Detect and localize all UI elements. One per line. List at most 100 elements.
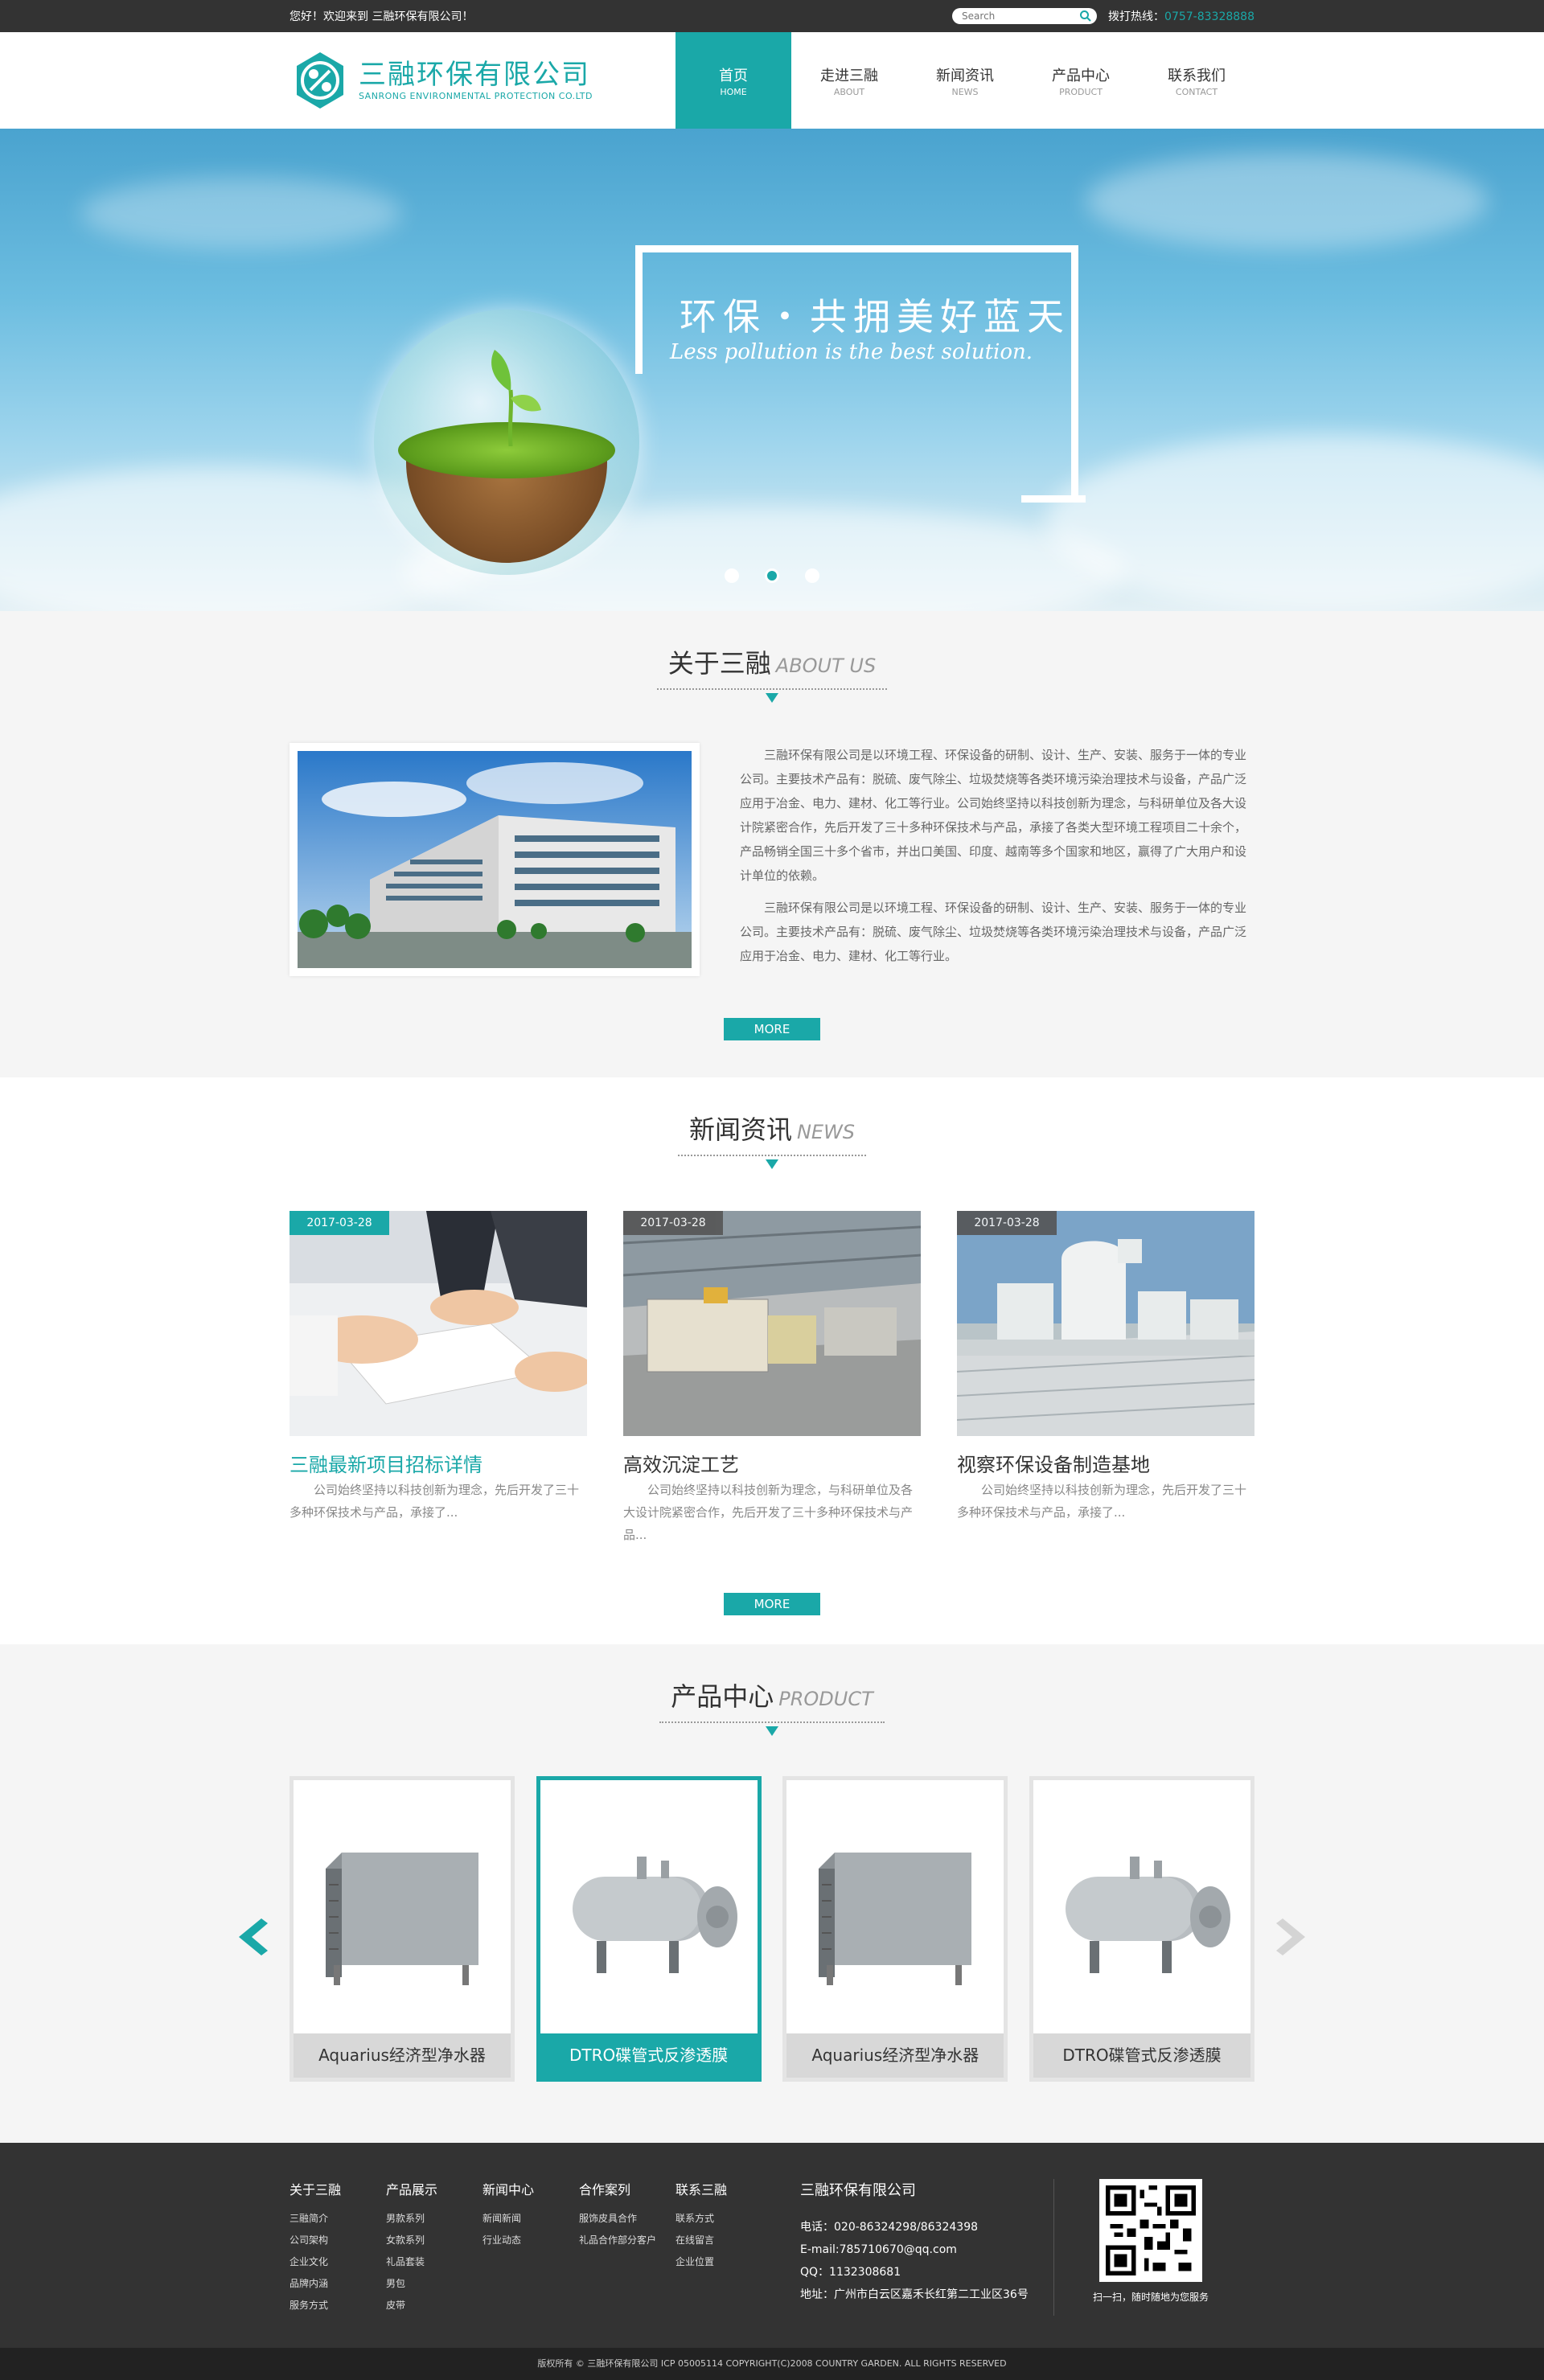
footer-col-news: 新闻中心 新闻新闻 行业动态: [482, 2179, 579, 2316]
about-section: 关于三融 ABOUT US 三融环保有限公司是以环境工程、环保设备的研制、设计、…: [0, 611, 1544, 1077]
nav-label-en: NEWS: [951, 86, 979, 97]
product-image: [294, 1780, 511, 2037]
search-box[interactable]: [952, 8, 1098, 24]
footer-link[interactable]: 男包: [386, 2273, 482, 2295]
news-title[interactable]: 视察环保设备制造基地: [957, 1449, 1254, 1477]
section-title: 关于三融 ABOUT US: [656, 643, 888, 690]
prev-arrow-icon[interactable]: [237, 1917, 269, 1957]
footer-link[interactable]: 公司架构: [290, 2230, 386, 2251]
copyright-bar: 版权所有 © 三融环保有限公司 ICP 05005114 COPYRIGHT(C…: [0, 2348, 1544, 2380]
footer-link[interactable]: 行业动态: [482, 2230, 579, 2251]
search-icon[interactable]: [1079, 10, 1092, 23]
footer-link[interactable]: 男款系列: [386, 2208, 482, 2230]
title-arrow-icon: [766, 1726, 778, 1736]
footer-link[interactable]: 新闻新闻: [482, 2208, 579, 2230]
footer-col-cases: 合作案列 服饰皮具合作 礼品合作部分客户: [579, 2179, 676, 2316]
nav-contact[interactable]: 联系我们 CONTACT: [1139, 32, 1254, 129]
footer-link[interactable]: 服饰皮具合作: [579, 2208, 676, 2230]
news-image: 2017-03-28: [623, 1211, 921, 1436]
footer-link[interactable]: 三融简介: [290, 2208, 386, 2230]
news-section: 新闻资讯 NEWS 2017-03-28 三融最新项目招标详情 公司始终坚持以科…: [0, 1077, 1544, 1644]
product-card[interactable]: Aquarius经济型净水器: [290, 1776, 515, 2082]
product-image: [540, 1780, 758, 2037]
title-arrow-icon: [766, 1159, 778, 1169]
news-title[interactable]: 高效沉淀工艺: [623, 1449, 921, 1477]
nav-label: 产品中心: [1052, 67, 1110, 84]
footer-link[interactable]: 企业位置: [676, 2251, 772, 2273]
footer-contact: 三融环保有限公司 电话：020-86324298/86324398 E-mail…: [772, 2179, 1053, 2316]
news-summary: 公司始终坚持以科技创新为理念，先后开发了三十多种环保技术与产品，承接了...: [290, 1483, 580, 1520]
news-title-en: NEWS: [796, 1121, 856, 1143]
footer-col-title: 合作案列: [579, 2182, 631, 2197]
hero-banner: 环保・共拥美好蓝天 Less pollution is the best sol…: [0, 129, 1544, 611]
news-summary: 公司始终坚持以科技创新为理念，先后开发了三十多种环保技术与产品，承接了...: [957, 1483, 1247, 1520]
nav-label: 新闻资讯: [936, 67, 994, 84]
product-name: Aquarius经济型净水器: [786, 2033, 1004, 2078]
about-title-en: ABOUT US: [775, 654, 877, 677]
footer-col-title: 产品展示: [386, 2182, 438, 2197]
search-input[interactable]: [962, 10, 1080, 22]
product-card[interactable]: DTRO碟管式反渗透膜: [536, 1776, 762, 2082]
footer-link[interactable]: 皮带: [386, 2295, 482, 2316]
news-date: 2017-03-28: [623, 1211, 723, 1235]
about-title: 关于三融: [667, 648, 771, 679]
footer-link[interactable]: 品牌内涵: [290, 2273, 386, 2295]
logo-icon: [297, 52, 343, 109]
nav-product[interactable]: 产品中心 PRODUCT: [1023, 32, 1139, 129]
product-card[interactable]: Aquarius经济型净水器: [782, 1776, 1008, 2082]
footer-link[interactable]: 礼品套装: [386, 2251, 482, 2273]
nav-news[interactable]: 新闻资讯 NEWS: [907, 32, 1023, 129]
qr-code-icon: [1099, 2179, 1202, 2282]
product-card[interactable]: DTRO碟管式反渗透膜: [1029, 1776, 1254, 2082]
footer-email: E-mail:785710670@qq.com: [800, 2243, 957, 2256]
nav-label-en: ABOUT: [833, 86, 865, 97]
footer-link[interactable]: 礼品合作部分客户: [579, 2230, 676, 2251]
qr-caption: 扫一扫，随时随地为您服务: [1092, 2292, 1209, 2303]
header: 三融环保有限公司 SANRONG ENVIRONMENTAL PROTECTIO…: [0, 32, 1544, 129]
slide-dot-3[interactable]: [805, 568, 819, 583]
nav-about[interactable]: 走进三融 ABOUT: [791, 32, 907, 129]
news-card[interactable]: 2017-03-28 视察环保设备制造基地 公司始终坚持以科技创新为理念，先后开…: [957, 1211, 1254, 1546]
news-image: 2017-03-28: [290, 1211, 587, 1436]
news-title[interactable]: 三融最新项目招标详情: [290, 1449, 587, 1477]
top-bar: 您好！欢迎来到 三融环保有限公司！ 拨打热线：0757-83328888: [0, 0, 1544, 32]
news-card[interactable]: 2017-03-28 三融最新项目招标详情 公司始终坚持以科技创新为理念，先后开…: [290, 1211, 587, 1546]
nav-home[interactable]: 首页 HOME: [676, 32, 791, 129]
slider-dots: [0, 568, 1544, 583]
next-arrow-icon[interactable]: [1275, 1917, 1307, 1957]
slide-dot-2[interactable]: [765, 568, 779, 583]
footer-col-about: 关于三融 三融简介 公司架构 企业文化 品牌内涵 服务方式: [290, 2179, 386, 2316]
about-description: 三融环保有限公司是以环境工程、环保设备的研制、设计、生产、安装、服务于一体的专业…: [740, 743, 1254, 976]
hotline-label: 拨打热线：: [1108, 10, 1165, 23]
news-card[interactable]: 2017-03-28 高效沉淀工艺 公司始终坚持以科技创新为理念，与科研单位及各…: [623, 1211, 921, 1546]
footer-col-contact: 联系三融 联系方式 在线留言 企业位置: [676, 2179, 772, 2316]
footer-link[interactable]: 企业文化: [290, 2251, 386, 2273]
footer-link[interactable]: 服务方式: [290, 2295, 386, 2316]
footer-qq: QQ：1132308681: [800, 2266, 901, 2279]
footer-qr: 扫一扫，随时随地为您服务: [1078, 2179, 1223, 2316]
footer-address: 地址：广州市白云区嘉禾长红第二工业区36号: [800, 2288, 1029, 2301]
eco-sphere-image: [374, 310, 639, 575]
logo[interactable]: 三融环保有限公司 SANRONG ENVIRONMENTAL PROTECTIO…: [290, 50, 593, 111]
slide-dot-1[interactable]: [725, 568, 739, 583]
footer-link[interactable]: 联系方式: [676, 2208, 772, 2230]
logo-name: 三融环保有限公司: [359, 59, 590, 91]
news-date: 2017-03-28: [957, 1211, 1057, 1235]
footer-link[interactable]: 女款系列: [386, 2230, 482, 2251]
footer-col-title: 新闻中心: [482, 2182, 535, 2197]
banner-slogan-en: Less pollution is the best solution.: [670, 340, 1033, 364]
about-paragraph: 三融环保有限公司是以环境工程、环保设备的研制、设计、生产、安装、服务于一体的专业…: [740, 748, 1247, 883]
nav-label: 走进三融: [820, 67, 878, 84]
nav-label: 联系我们: [1168, 67, 1226, 84]
footer-link[interactable]: 在线留言: [676, 2230, 772, 2251]
news-more-button[interactable]: MORE: [724, 1593, 820, 1615]
product-image: [1033, 1780, 1250, 2037]
about-more-button[interactable]: MORE: [724, 1018, 820, 1040]
news-date: 2017-03-28: [290, 1211, 389, 1235]
nav-label-en: PRODUCT: [1059, 86, 1103, 97]
nav-label: 首页: [719, 67, 748, 84]
footer: 关于三融 三融简介 公司架构 企业文化 品牌内涵 服务方式 产品展示 男款系列 …: [0, 2143, 1544, 2348]
footer-col-title: 关于三融: [290, 2182, 342, 2197]
section-title: 新闻资讯 NEWS: [677, 1110, 867, 1156]
company-building-image: [290, 743, 700, 976]
